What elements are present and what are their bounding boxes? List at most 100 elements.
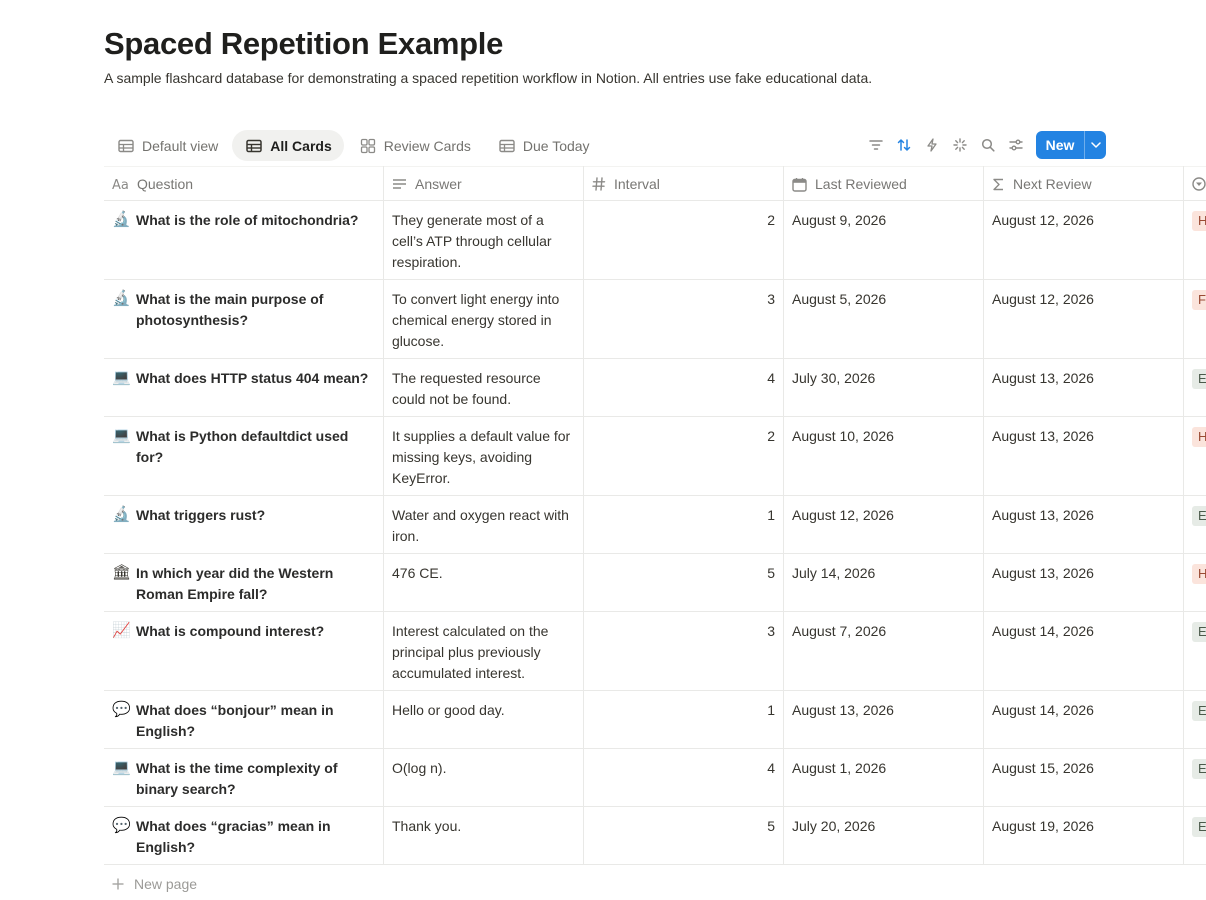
page-description[interactable]: A sample flashcard database for demonstr… (104, 68, 894, 89)
last-reviewed-cell[interactable]: August 7, 2026 (792, 621, 972, 642)
page-title[interactable]: Spaced Repetition Example (104, 26, 503, 62)
status-tag[interactable]: E (1192, 817, 1206, 837)
answer-cell[interactable]: The requested resource could not be foun… (392, 368, 572, 410)
table-row[interactable]: 💻 What is Python defaultdict used for? It … (104, 417, 1206, 496)
question-cell[interactable]: What is the time complexity of binary se… (136, 758, 376, 800)
number-hash-icon (592, 177, 606, 191)
text-lines-icon (393, 179, 406, 189)
answer-cell[interactable]: They generate most of a cell’s ATP throu… (392, 210, 572, 273)
status-tag[interactable]: E (1192, 622, 1206, 642)
view-toolbar: New (862, 131, 1106, 159)
interval-cell[interactable]: 3 (592, 621, 775, 642)
answer-cell[interactable]: O(log n). (392, 758, 572, 779)
filter-button[interactable] (862, 131, 890, 159)
automation-button[interactable] (918, 131, 946, 159)
question-cell[interactable]: What does HTTP status 404 mean? (136, 368, 376, 389)
question-cell[interactable]: What is the main purpose of photosynthes… (136, 289, 376, 331)
new-page-button[interactable]: New page (112, 874, 197, 894)
last-reviewed-cell[interactable]: August 1, 2026 (792, 758, 972, 779)
settings-sliders-icon (1009, 139, 1023, 151)
next-review-cell[interactable]: August 13, 2026 (992, 505, 1172, 526)
table-row[interactable]: 🏛 In which year did the Western Roman Emp… (104, 554, 1206, 612)
status-tag[interactable]: E (1192, 506, 1206, 526)
interval-cell[interactable]: 5 (592, 816, 775, 837)
status-tag[interactable]: E (1192, 701, 1206, 721)
status-tag[interactable]: H (1192, 427, 1206, 447)
tab-all-cards[interactable]: All Cards (232, 130, 344, 161)
ai-button[interactable] (946, 131, 974, 159)
answer-cell[interactable]: 476 CE. (392, 563, 572, 584)
next-review-cell[interactable]: August 12, 2026 (992, 210, 1172, 231)
question-cell[interactable]: In which year did the Western Roman Empi… (136, 563, 376, 605)
tab-due-today[interactable]: Due Today (485, 130, 602, 161)
question-cell[interactable]: What is Python defaultdict used for? (136, 426, 376, 468)
search-button[interactable] (974, 131, 1002, 159)
column-header-answer[interactable]: Answer (392, 167, 462, 201)
sort-button[interactable] (890, 131, 918, 159)
last-reviewed-cell[interactable]: July 14, 2026 (792, 563, 972, 584)
last-reviewed-cell[interactable]: August 9, 2026 (792, 210, 972, 231)
table-row[interactable]: 💬 What does “gracias” mean in English? Tha… (104, 807, 1206, 865)
interval-cell[interactable]: 4 (592, 758, 775, 779)
interval-cell[interactable]: 1 (592, 700, 775, 721)
next-review-cell[interactable]: August 14, 2026 (992, 700, 1172, 721)
chart-increasing-icon: 📈 (112, 622, 131, 639)
interval-cell[interactable]: 2 (592, 426, 775, 447)
table-row[interactable]: 💻 What does HTTP status 404 mean? The requ… (104, 359, 1206, 417)
interval-cell[interactable]: 3 (592, 289, 775, 310)
tab-review-cards[interactable]: Review Cards (346, 130, 483, 161)
microscope-icon: 🔬 (112, 290, 131, 307)
question-cell[interactable]: What does “bonjour” mean in English? (136, 700, 376, 742)
status-tag[interactable]: H (1192, 211, 1206, 231)
status-tag[interactable]: F (1192, 290, 1206, 310)
speech-bubble-icon: 💬 (112, 701, 131, 718)
next-review-cell[interactable]: August 13, 2026 (992, 563, 1172, 584)
new-dropdown-button[interactable] (1084, 131, 1106, 159)
next-review-cell[interactable]: August 19, 2026 (992, 816, 1172, 837)
table-row[interactable]: 💬 What does “bonjour” mean in English? Hel… (104, 691, 1206, 749)
next-review-cell[interactable]: August 13, 2026 (992, 426, 1172, 447)
table-row[interactable]: 🔬 What triggers rust? Water and oxygen rea… (104, 496, 1206, 554)
next-review-cell[interactable]: August 14, 2026 (992, 621, 1172, 642)
question-cell[interactable]: What is the role of mitochondria? (136, 210, 376, 231)
question-cell[interactable]: What is compound interest? (136, 621, 376, 642)
interval-cell[interactable]: 4 (592, 368, 775, 389)
new-button-label[interactable]: New (1036, 131, 1084, 159)
last-reviewed-cell[interactable]: July 30, 2026 (792, 368, 972, 389)
column-header-next-review[interactable]: Next Review (992, 167, 1092, 201)
answer-cell[interactable]: Water and oxygen react with iron. (392, 505, 572, 547)
interval-cell[interactable]: 1 (592, 505, 775, 526)
last-reviewed-cell[interactable]: August 10, 2026 (792, 426, 972, 447)
interval-cell[interactable]: 2 (592, 210, 775, 231)
last-reviewed-cell[interactable]: August 12, 2026 (792, 505, 972, 526)
new-button[interactable]: New (1036, 131, 1106, 159)
answer-cell[interactable]: Interest calculated on the principal plu… (392, 621, 572, 684)
column-header-question[interactable]: Aa Question (112, 167, 193, 201)
ai-sparkle-icon (953, 138, 967, 152)
table-row[interactable]: 🔬 What is the role of mitochondria? They g… (104, 201, 1206, 280)
last-reviewed-cell[interactable]: August 5, 2026 (792, 289, 972, 310)
status-tag[interactable]: H (1192, 564, 1206, 584)
table-row[interactable]: 📈 What is compound interest? Interest calc… (104, 612, 1206, 691)
last-reviewed-cell[interactable]: August 13, 2026 (792, 700, 972, 721)
next-review-cell[interactable]: August 12, 2026 (992, 289, 1172, 310)
tab-default-view[interactable]: Default view (104, 130, 230, 161)
question-cell[interactable]: What does “gracias” mean in English? (136, 816, 376, 858)
interval-cell[interactable]: 5 (592, 563, 775, 584)
answer-cell[interactable]: It supplies a default value for missing … (392, 426, 572, 489)
column-header-last-reviewed[interactable]: Last Reviewed (792, 167, 907, 201)
status-tag[interactable]: E (1192, 759, 1206, 779)
answer-cell[interactable]: Hello or good day. (392, 700, 572, 721)
column-header-interval[interactable]: Interval (592, 167, 660, 201)
next-review-cell[interactable]: August 15, 2026 (992, 758, 1172, 779)
column-header-status[interactable] (1192, 167, 1206, 201)
answer-cell[interactable]: Thank you. (392, 816, 572, 837)
status-tag[interactable]: E (1192, 369, 1206, 389)
question-cell[interactable]: What triggers rust? (136, 505, 376, 526)
answer-cell[interactable]: To convert light energy into chemical en… (392, 289, 572, 352)
next-review-cell[interactable]: August 13, 2026 (992, 368, 1172, 389)
table-row[interactable]: 💻 What is the time complexity of binary s… (104, 749, 1206, 807)
table-row[interactable]: 🔬 What is the main purpose of photosynthe… (104, 280, 1206, 359)
last-reviewed-cell[interactable]: July 20, 2026 (792, 816, 972, 837)
settings-button[interactable] (1002, 131, 1030, 159)
